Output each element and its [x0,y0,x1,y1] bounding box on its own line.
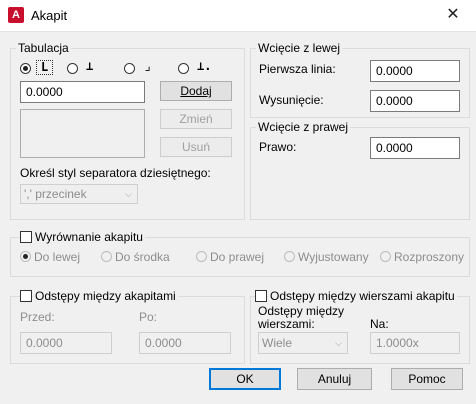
spacing-before-input[interactable]: 0.0000 [20,332,112,354]
align-left-radio[interactable] [20,251,31,262]
decimal-separator-label: Określ styl separatora dziesiętnego: [20,166,211,180]
align-center-label: Do środka [115,250,170,264]
align-left-label: Do lewej [34,250,81,264]
spacing-at-label: Na: [370,317,389,331]
paragraph-spacing-label: Odstępy między akapitami [33,289,178,303]
autocad-app-icon: A [8,7,24,23]
left-indent-legend: Wcięcie z lewej [256,41,343,55]
spacing-type-value: Wiele [262,336,293,350]
cancel-label: Anuluj [317,372,352,386]
right-tab-icon: ⌟ [144,59,152,73]
spacing-after-label: Po: [139,310,158,324]
ok-button[interactable]: OK [209,368,281,390]
align-distributed-label: Rozproszony [394,250,465,264]
right-indent-legend: Wcięcie z prawej [256,120,351,134]
title-bar [0,0,476,32]
spacing-after-input[interactable]: 0.0000 [139,332,231,354]
first-line-label: Pierwsza linia: [259,62,336,76]
close-icon[interactable]: ✕ [438,3,468,27]
spacing-type-label-1: Odstępy między [258,304,345,318]
line-spacing-checkbox[interactable] [255,290,267,302]
spacing-at-input[interactable]: 1.0000x [370,332,460,354]
align-justify-label: Wyjustowany [298,250,369,264]
help-button[interactable]: Pomoc [391,368,463,390]
tab-stops-list[interactable] [20,109,145,158]
spacing-type-dropdown[interactable]: Wiele ⌵ [258,332,348,354]
align-justify-radio[interactable] [284,251,295,262]
modify-tab-button[interactable]: Zmień [160,109,232,129]
alignment-label: Wyrównanie akapitu [33,230,145,244]
spacing-before-label: Przed: [20,310,55,324]
ok-label: OK [236,372,254,386]
tab-type-decimal-radio[interactable] [178,63,189,74]
decimal-separator-value: ',' przecinek [24,187,87,201]
center-tab-icon: ⊥ [86,59,94,73]
align-right-label: Do prawej [210,250,265,264]
tab-type-center-radio[interactable] [67,63,78,74]
spacing-type-label-2: wierszami: [258,317,315,331]
line-spacing-label: Odstępy między wierszami akapitu [268,289,457,303]
decimal-separator-dropdown[interactable]: ',' przecinek ⌵ [20,184,138,204]
tabs-group-legend: Tabulacja [16,41,71,55]
add-tab-button[interactable]: Dodaj [160,81,232,101]
tab-type-right-radio[interactable] [124,63,135,74]
align-distributed-radio[interactable] [380,251,391,262]
window-title: Akapit [31,8,68,23]
remove-tab-label: Usuń [181,140,210,154]
right-indent-input[interactable]: 0.0000 [370,137,460,159]
chevron-down-icon: ⌵ [335,338,342,348]
align-center-radio[interactable] [101,251,112,262]
cancel-button[interactable]: Anuluj [297,368,372,390]
hanging-label: Wysunięcie: [259,93,324,107]
remove-tab-button[interactable]: Usuń [160,137,232,157]
align-right-radio[interactable] [196,251,207,262]
add-tab-label: Dodaj [180,84,212,98]
paragraph-spacing-checkbox[interactable] [20,290,32,302]
modify-tab-label: Zmień [179,112,213,126]
help-label: Pomoc [408,372,446,386]
right-indent-label: Prawo: [259,140,297,154]
left-tab-icon: L [36,60,54,75]
chevron-down-icon: ⌵ [125,189,132,199]
first-line-input[interactable]: 0.0000 [370,60,460,82]
decimal-tab-icon: ⊥. [197,59,212,73]
alignment-checkbox[interactable] [20,231,32,243]
tab-type-left-radio[interactable] [20,63,31,74]
hanging-input[interactable]: 0.0000 [370,90,460,112]
tab-position-input[interactable]: 0.0000 [20,81,145,103]
